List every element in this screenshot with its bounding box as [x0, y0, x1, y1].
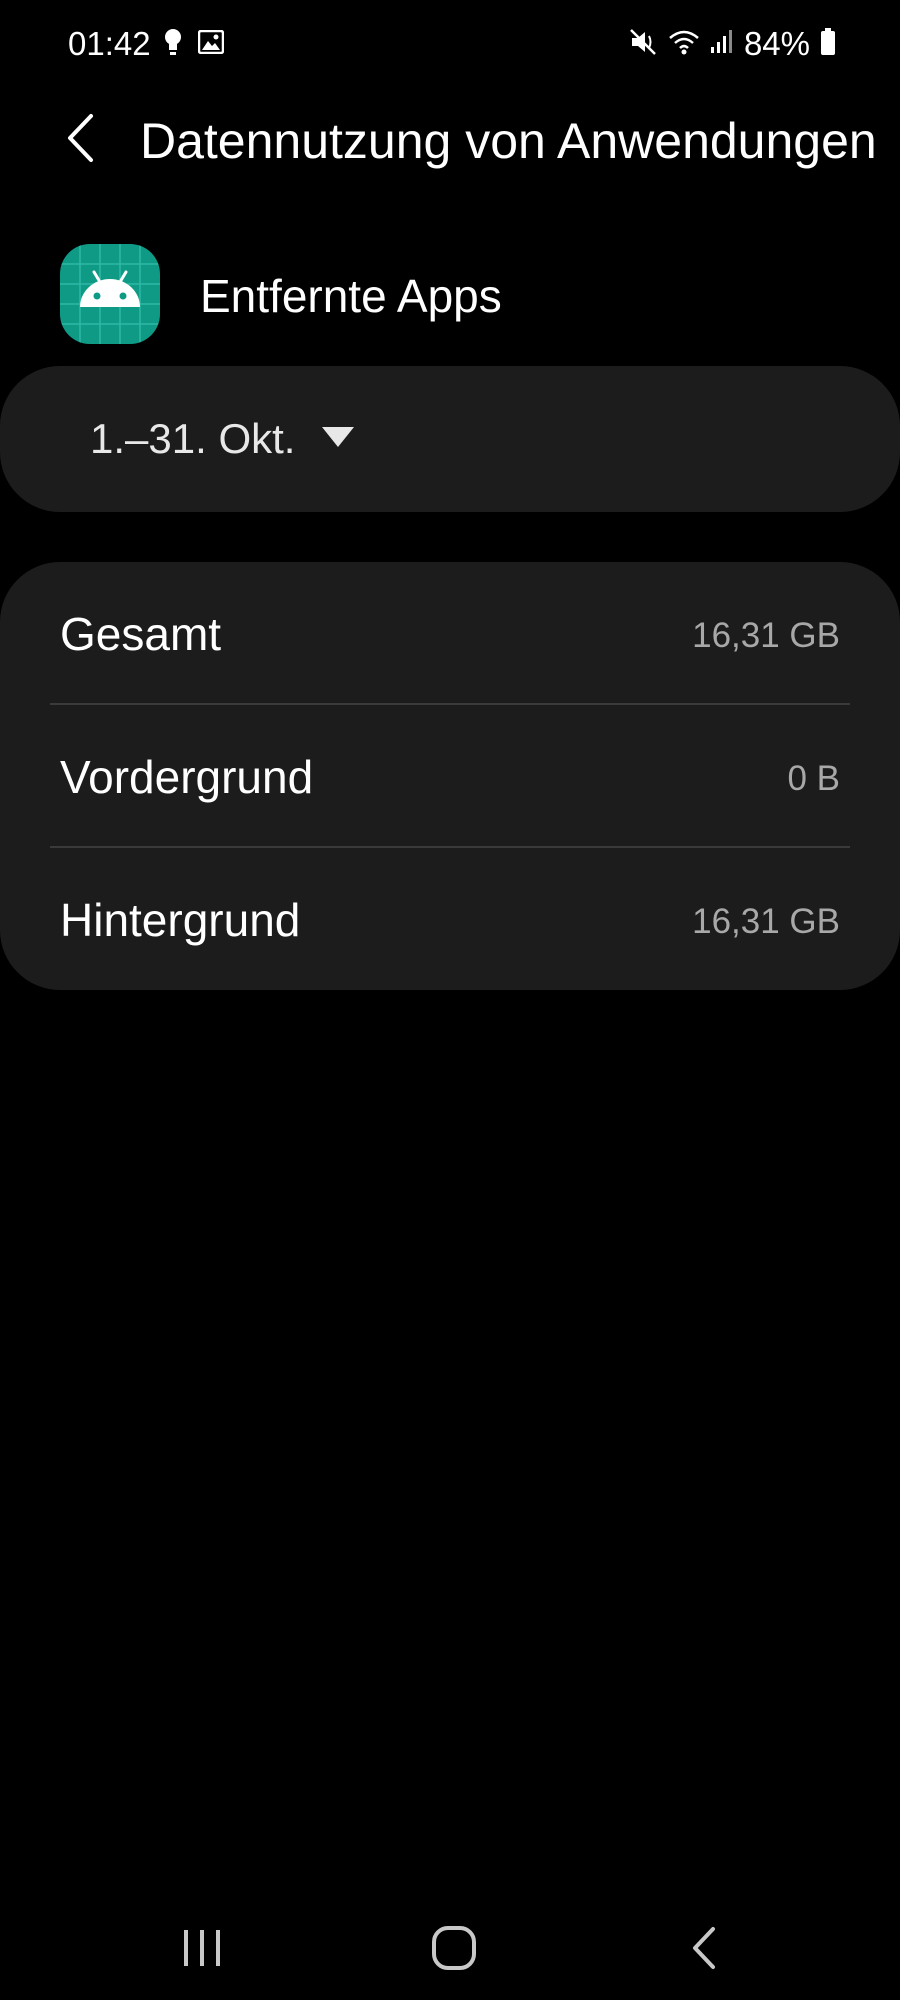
header: Datennutzung von Anwendungen — [0, 96, 900, 186]
usage-row-foreground: Vordergrund 0 B — [0, 705, 900, 847]
page-title: Datennutzung von Anwendungen — [140, 113, 877, 169]
android-icon — [60, 244, 160, 344]
image-icon — [197, 29, 225, 59]
status-bar: 01:42 84% — [0, 0, 900, 88]
wifi-icon — [668, 28, 700, 61]
back-button[interactable] — [48, 108, 112, 172]
home-icon — [430, 1924, 478, 1977]
mute-icon — [628, 27, 658, 62]
chevron-left-icon — [65, 113, 95, 168]
lightbulb-icon — [164, 27, 182, 62]
dropdown-triangle-icon — [321, 426, 355, 453]
recents-icon — [180, 1926, 224, 1975]
signal-icon — [710, 29, 734, 60]
navigation-bar — [0, 1900, 900, 2000]
recents-button[interactable] — [162, 1918, 242, 1982]
usage-value-background: 16,31 GB — [692, 902, 840, 941]
usage-label-total: Gesamt — [60, 608, 222, 660]
date-range-card: 1.–31. Okt. — [0, 366, 900, 512]
status-notification-icons — [164, 26, 225, 62]
status-system-icons: 84% — [628, 22, 836, 66]
usage-row-background: Hintergrund 16,31 GB — [0, 848, 900, 990]
usage-card: Gesamt 16,31 GB Vordergrund 0 B Hintergr… — [0, 562, 900, 990]
back-icon — [689, 1926, 719, 1975]
nav-back-button[interactable] — [664, 1918, 744, 1982]
usage-label-foreground: Vordergrund — [60, 751, 314, 803]
home-button[interactable] — [414, 1918, 494, 1982]
app-info-row: Entfernte Apps — [0, 244, 900, 348]
usage-value-foreground: 0 B — [787, 759, 840, 798]
usage-value-total: 16,31 GB — [692, 616, 840, 655]
status-time: 01:42 — [68, 25, 151, 62]
app-name: Entfernte Apps — [200, 270, 502, 322]
usage-label-background: Hintergrund — [60, 894, 301, 946]
usage-row-total: Gesamt 16,31 GB — [0, 562, 900, 704]
date-range-dropdown[interactable]: 1.–31. Okt. — [90, 406, 355, 472]
battery-percentage: 84% — [743, 25, 810, 62]
date-range-label: 1.–31. Okt. — [90, 415, 296, 462]
battery-icon — [820, 27, 836, 61]
